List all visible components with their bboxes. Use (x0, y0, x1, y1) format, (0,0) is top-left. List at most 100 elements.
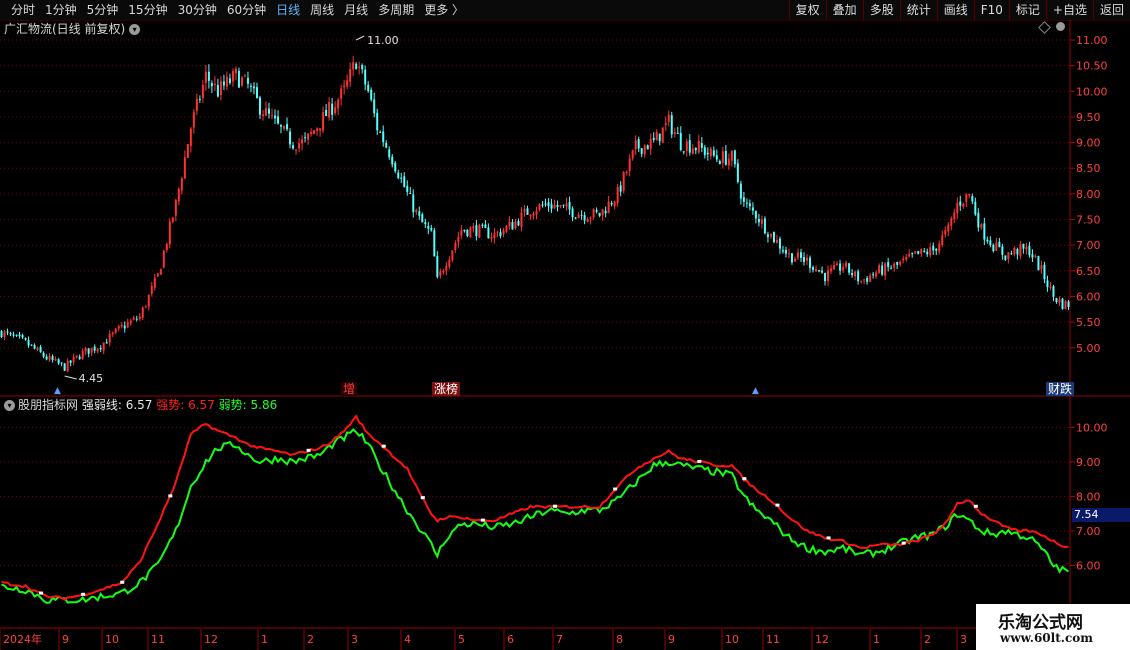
candle-body (102, 342, 105, 351)
candle-body (12, 334, 15, 336)
candle-body (168, 221, 171, 245)
candle-body (806, 257, 809, 261)
candle-body (129, 320, 132, 324)
candle-body (583, 215, 586, 221)
candle-body (541, 204, 544, 206)
candle-body (1046, 280, 1049, 287)
candle-body (54, 358, 57, 361)
candle-body (775, 239, 778, 243)
candle-body (634, 140, 637, 150)
candle-body (757, 218, 760, 223)
candle-body (766, 234, 769, 238)
y-tick-label: 10.00 (1076, 85, 1108, 98)
candle-body (304, 137, 307, 139)
candle-body (280, 125, 283, 127)
candle-body (298, 143, 301, 149)
x-tick-label: 1 (873, 633, 880, 646)
candle-body (334, 107, 337, 114)
candle-body (718, 161, 721, 165)
candle-body (1067, 301, 1070, 307)
x-tick-label: 4 (404, 633, 411, 646)
candle-body (9, 333, 12, 335)
candle-body (126, 322, 129, 328)
candle-body (385, 142, 388, 148)
event-marker-zeng[interactable]: 增 (341, 382, 358, 396)
indicator-strong-label: 强势: 6.57 (156, 398, 215, 412)
candle-body (998, 241, 1001, 248)
candle-body (63, 363, 66, 371)
candlestick-series (0, 55, 1070, 372)
candle-body (589, 217, 592, 219)
candle-body (81, 350, 84, 360)
candle-body (376, 112, 379, 131)
candle-body (824, 272, 827, 282)
event-arrow-icon[interactable]: ▲ (52, 384, 63, 398)
candle-body (616, 187, 619, 203)
signal-marker (775, 503, 780, 507)
candle-body (87, 348, 90, 354)
low-annotation: 4.45 (79, 372, 104, 385)
candle-body (947, 224, 950, 232)
watermark: 乐淘公式网 www.60lt.com (976, 604, 1130, 650)
candle-body (986, 239, 989, 242)
candle-body (839, 263, 842, 271)
candle-body (219, 81, 222, 96)
candle-body (391, 156, 394, 165)
candle-body (153, 277, 156, 288)
candle-body (914, 251, 917, 254)
candle-body (812, 267, 815, 270)
candle-body (523, 209, 526, 212)
candle-body (842, 267, 845, 271)
candle-body (331, 103, 334, 115)
event-marker-zhangbang[interactable]: 涨榜 (432, 382, 461, 396)
candle-body (1025, 246, 1028, 250)
x-tick-label: 11 (766, 633, 780, 646)
candle-body (562, 204, 565, 206)
candle-body (700, 143, 703, 148)
candle-body (484, 224, 487, 229)
candle-body (935, 248, 938, 251)
candle-body (965, 193, 968, 202)
candle-body (875, 272, 878, 277)
candle-body (550, 204, 553, 209)
indicator-weak-label: 弱势: 5.86 (218, 398, 278, 412)
chart-canvas[interactable]: 11.00 10.50 10.00 9.50 9.00 8.50 8.00 7.50 7.00 6… (0, 0, 1130, 650)
grid-lines (0, 20, 1130, 650)
candle-body (204, 71, 207, 83)
x-tick-label: 10 (725, 633, 739, 646)
signal-marker (553, 504, 558, 508)
candle-body (652, 137, 655, 140)
candle-body (261, 114, 264, 116)
candle-body (481, 224, 484, 226)
high-annotation-pointer (355, 35, 365, 41)
y-tick-label: 6.50 (1076, 265, 1101, 278)
candle-body (772, 232, 775, 243)
candle-body (487, 227, 490, 239)
candle-body (1061, 298, 1064, 309)
candle-body (556, 205, 559, 207)
chevron-down-icon[interactable]: ▾ (4, 400, 15, 411)
candle-body (1031, 254, 1034, 258)
candle-body (529, 214, 532, 217)
candle-body (355, 63, 358, 70)
x-tick-label: 2024年 (3, 632, 42, 646)
candle-body (983, 223, 986, 240)
candle-body (977, 212, 980, 228)
candle-body (926, 251, 929, 255)
signal-marker (420, 496, 425, 500)
candle-body (664, 122, 667, 126)
candle-body (457, 236, 460, 243)
candle-body (514, 221, 517, 229)
candle-body (923, 250, 926, 252)
candle-body (156, 273, 159, 277)
event-arrow-icon[interactable]: ▲ (750, 384, 761, 398)
candle-body (451, 250, 454, 261)
candle-body (114, 328, 117, 333)
candle-body (105, 342, 108, 344)
candle-body (478, 224, 481, 238)
watermark-name: 乐淘公式网 (998, 613, 1083, 633)
candle-body (84, 348, 87, 352)
candle-body (667, 114, 670, 122)
event-marker-caiwu[interactable]: 财跌 (1046, 382, 1075, 396)
candle-body (258, 97, 261, 115)
